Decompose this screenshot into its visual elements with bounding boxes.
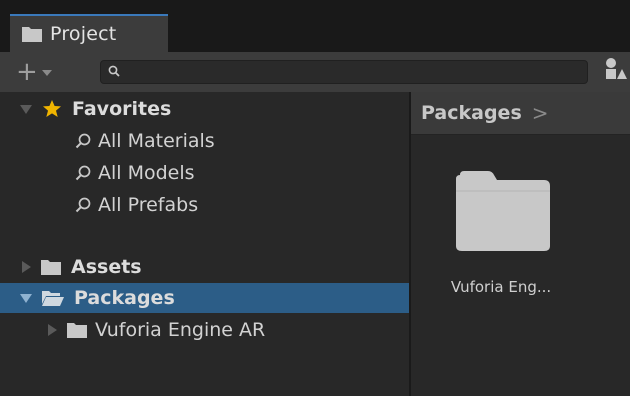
asset-item-vuforia-engine[interactable]: Vuforia Eng... (431, 165, 571, 325)
tree-label-all-prefabs: All Prefabs (98, 194, 199, 216)
plus-icon: + (16, 57, 38, 87)
tab-bar: Project (0, 0, 630, 52)
folder-icon (456, 171, 550, 251)
toolbar: + (0, 52, 630, 93)
tree-row-packages[interactable]: Packages (0, 283, 409, 313)
star-icon (43, 100, 61, 117)
tree-row-favorites[interactable]: Favorites (0, 94, 409, 124)
search-icon (108, 65, 120, 77)
search-icon (75, 197, 91, 213)
folder-icon (41, 260, 61, 275)
tab-label: Project (50, 23, 117, 45)
folder-tree: Favorites All Materials All Models All P… (0, 92, 409, 396)
search-icon (75, 165, 91, 181)
folder-icon (22, 27, 42, 42)
folder-icon (67, 323, 87, 338)
tree-row-vuforia-engine-ar[interactable]: Vuforia Engine AR (0, 315, 409, 345)
tree-row-assets[interactable]: Assets (0, 252, 409, 282)
expand-arrow-icon[interactable] (48, 324, 57, 336)
tree-label-assets: Assets (71, 256, 142, 278)
tree-label-all-materials: All Materials (98, 130, 215, 152)
tree-label-favorites: Favorites (72, 98, 172, 120)
open-folder-icon (42, 291, 64, 306)
expand-arrow-icon[interactable] (20, 293, 32, 303)
asset-label: Vuforia Eng... (450, 278, 552, 296)
expand-arrow-icon[interactable] (22, 261, 31, 273)
tab-project[interactable]: Project (10, 14, 168, 52)
breadcrumb-packages[interactable]: Packages (421, 102, 522, 124)
tree-row-all-materials[interactable]: All Materials (0, 126, 409, 156)
tree-label-all-models: All Models (98, 162, 195, 184)
breadcrumb: Packages > (411, 92, 630, 135)
tree-label-packages: Packages (74, 287, 175, 309)
content-panel: Packages > Vuforia Eng... (411, 92, 630, 396)
expand-arrow-icon[interactable] (20, 104, 32, 114)
breadcrumb-separator[interactable]: > (532, 101, 549, 125)
tree-label-vuforia-engine-ar: Vuforia Engine AR (95, 319, 266, 341)
filter-by-type-icon[interactable] (602, 56, 630, 84)
search-icon (75, 133, 91, 149)
dropdown-caret-icon (41, 70, 52, 76)
tree-row-all-models[interactable]: All Models (0, 158, 409, 188)
asset-grid: Vuforia Eng... (411, 135, 630, 396)
search-input[interactable] (100, 60, 588, 84)
tree-row-all-prefabs[interactable]: All Prefabs (0, 190, 409, 220)
add-button[interactable]: + (16, 57, 72, 87)
